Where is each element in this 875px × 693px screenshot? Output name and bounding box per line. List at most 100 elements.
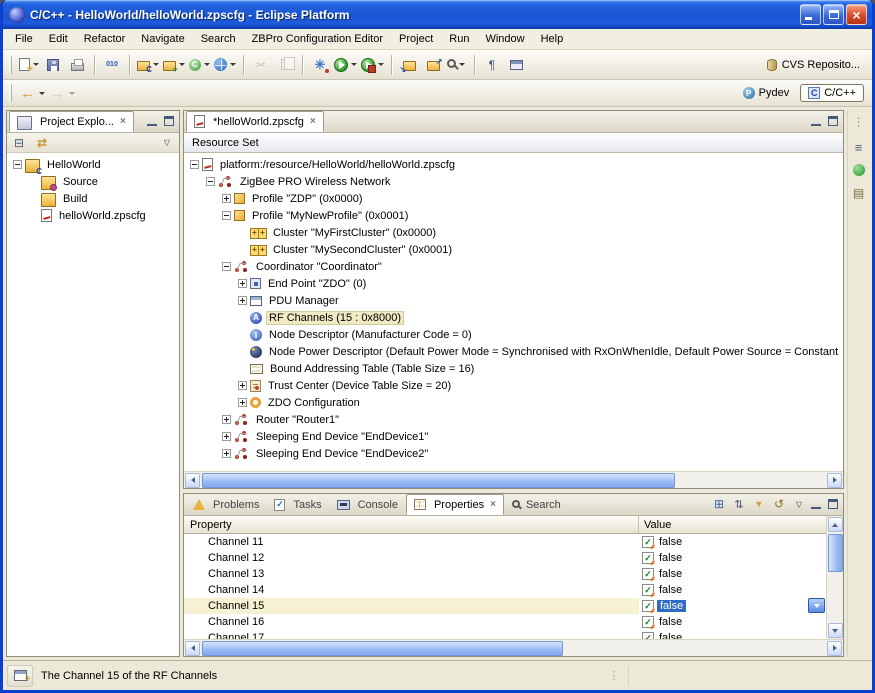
search-flashlight-button[interactable] — [445, 53, 469, 77]
sync-view-icon[interactable] — [853, 164, 865, 176]
close-button[interactable]: × — [846, 4, 867, 25]
dropdown-arrow-icon[interactable] — [459, 63, 465, 66]
collapse-all-icon[interactable] — [11, 135, 27, 151]
property-row[interactable]: Channel 15false — [184, 598, 826, 614]
menu-refactor[interactable]: Refactor — [76, 31, 134, 47]
scroll-right-button[interactable] — [827, 641, 842, 656]
expand-icon[interactable] — [238, 398, 247, 407]
column-header-property[interactable]: Property — [184, 516, 639, 533]
menu-project[interactable]: Project — [391, 31, 441, 47]
close-icon[interactable]: × — [310, 116, 316, 127]
explorer-tree-item[interactable]: helloWorld.zpscfg — [7, 207, 179, 224]
open-console-button[interactable] — [504, 53, 528, 77]
perspective-cc[interactable]: C/C++ — [800, 84, 864, 102]
close-icon[interactable]: × — [120, 116, 126, 127]
link-with-editor-icon[interactable] — [34, 135, 50, 151]
menu-help[interactable]: Help — [533, 31, 572, 47]
maximize-view-icon[interactable] — [826, 115, 840, 128]
property-row[interactable]: Channel 13false — [184, 566, 826, 582]
tab-properties[interactable]: Properties× — [406, 494, 504, 515]
save-button[interactable] — [41, 53, 65, 77]
show-tree-mode-icon[interactable] — [711, 496, 727, 512]
view-menu-icon[interactable] — [791, 496, 807, 512]
resource-tree-item[interactable]: ZigBee PRO Wireless Network — [184, 173, 843, 190]
explorer-tree-item[interactable]: HelloWorld — [7, 156, 179, 173]
perspective-pydev[interactable]: Pydev — [735, 84, 798, 102]
maximize-button[interactable] — [823, 4, 844, 25]
minimize-view-icon[interactable] — [809, 115, 823, 128]
resource-tree-item[interactable]: Sleeping End Device "EndDevice2" — [184, 445, 843, 462]
dropdown-arrow-icon[interactable] — [204, 63, 210, 66]
column-header-value[interactable]: Value — [639, 519, 826, 531]
collapse-icon[interactable] — [206, 177, 215, 186]
dropdown-arrow-icon[interactable] — [179, 63, 185, 66]
expand-icon[interactable] — [238, 279, 247, 288]
scroll-left-button[interactable] — [185, 641, 200, 656]
minimize-view-icon[interactable] — [145, 115, 159, 128]
resource-tree-item[interactable]: Profile "ZDP" (0x0000) — [184, 190, 843, 207]
tab-project-explorer[interactable]: Project Explo... × — [9, 111, 134, 132]
scroll-track[interactable] — [202, 641, 825, 655]
new-project-button[interactable] — [135, 53, 161, 77]
collapse-icon[interactable] — [190, 160, 199, 169]
expand-icon[interactable] — [238, 296, 247, 305]
dropdown-arrow-icon[interactable] — [39, 92, 45, 95]
tab-console[interactable]: Console — [330, 494, 405, 515]
properties-vscrollbar[interactable] — [826, 516, 843, 639]
properties-hscrollbar[interactable] — [184, 639, 843, 656]
property-row[interactable]: Channel 16false — [184, 614, 826, 630]
run-external-button[interactable] — [359, 53, 386, 77]
documents-view-icon[interactable] — [851, 185, 867, 201]
sort-properties-icon[interactable] — [731, 496, 747, 512]
expand-icon[interactable] — [222, 432, 231, 441]
scroll-thumb[interactable] — [202, 641, 563, 656]
resource-tree-item[interactable]: Node Power Descriptor (Default Power Mod… — [184, 343, 843, 360]
expand-icon[interactable] — [238, 381, 247, 390]
property-value-cell[interactable]: false — [639, 614, 826, 630]
scroll-thumb[interactable] — [828, 534, 843, 572]
restore-defaults-icon[interactable] — [771, 496, 787, 512]
toolbar-grip[interactable] — [9, 56, 12, 74]
resource-tree-item[interactable]: Node Descriptor (Manufacturer Code = 0) — [184, 326, 843, 343]
maximize-view-icon[interactable] — [162, 115, 176, 128]
menu-zbpro-configuration-editor[interactable]: ZBPro Configuration Editor — [244, 31, 391, 47]
new-folder-button[interactable] — [161, 53, 187, 77]
collapse-icon[interactable] — [222, 262, 231, 271]
property-value-cell[interactable]: false — [639, 550, 826, 566]
collapse-icon[interactable] — [222, 211, 231, 220]
external-tools-button[interactable] — [308, 53, 332, 77]
resource-tree-item[interactable]: Profile "MyNewProfile" (0x0001) — [184, 207, 843, 224]
minimize-view-icon[interactable] — [809, 498, 823, 511]
property-row[interactable]: Channel 12false — [184, 550, 826, 566]
view-menu-icon[interactable] — [159, 135, 175, 151]
property-value-cell[interactable]: false — [639, 582, 826, 598]
print-button[interactable] — [65, 53, 89, 77]
explorer-tree-item[interactable]: Build — [7, 190, 179, 207]
dropdown-arrow-icon[interactable] — [33, 63, 39, 66]
scroll-track[interactable] — [828, 534, 842, 621]
resource-tree-item[interactable]: ZDO Configuration — [184, 394, 843, 411]
tab-search[interactable]: Search — [505, 494, 568, 515]
combo-dropdown-button[interactable] — [808, 598, 825, 613]
resource-tree-item[interactable]: Coordinator "Coordinator" — [184, 258, 843, 275]
property-value-cell[interactable]: false — [639, 598, 826, 614]
collapse-icon[interactable] — [13, 160, 22, 169]
editor-hscrollbar[interactable] — [184, 471, 843, 488]
fastview-button[interactable] — [7, 665, 33, 687]
dropdown-arrow-icon[interactable] — [351, 63, 357, 66]
dropdown-arrow-icon[interactable] — [69, 92, 75, 95]
tab-problems[interactable]: Problems — [186, 494, 266, 515]
resource-tree-item[interactable]: Router "Router1" — [184, 411, 843, 428]
open-browser-button[interactable] — [212, 53, 238, 77]
menu-window[interactable]: Window — [477, 31, 532, 47]
scroll-right-button[interactable] — [827, 473, 842, 488]
titlebar[interactable]: C/C++ - HelloWorld/helloWorld.zpscfg - E… — [3, 0, 872, 29]
menu-search[interactable]: Search — [193, 31, 244, 47]
menu-navigate[interactable]: Navigate — [133, 31, 192, 47]
resource-tree-item[interactable]: Trust Center (Device Table Size = 20) — [184, 377, 843, 394]
minimize-button[interactable] — [800, 4, 821, 25]
explorer-tree-item[interactable]: Source — [7, 173, 179, 190]
resource-tree-item[interactable]: Cluster "MySecondCluster" (0x0001) — [184, 241, 843, 258]
scroll-track[interactable] — [202, 473, 825, 487]
new-class-button[interactable] — [187, 53, 212, 77]
